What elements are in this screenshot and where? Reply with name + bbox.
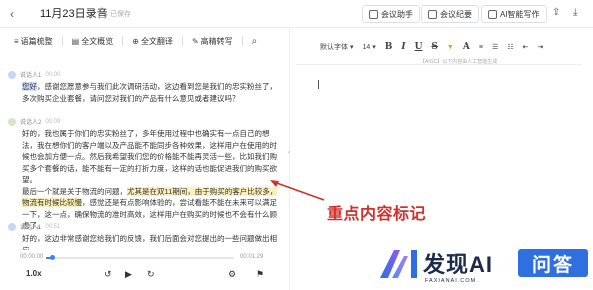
forward-icon[interactable]: ↻ xyxy=(147,268,155,280)
collapse-icon[interactable]: ‹ xyxy=(288,150,290,156)
font-family-value: 默认字体 xyxy=(320,44,348,51)
back-icon[interactable]: ‹ xyxy=(10,7,14,21)
watermark-logo: 发现AI FAXIANAI.COM 问答 xyxy=(378,246,593,290)
avatar xyxy=(8,70,16,79)
speaker-row: 说话人1 00:00 xyxy=(8,70,60,79)
panel-divider[interactable] xyxy=(289,28,290,290)
save-status: 已保存 xyxy=(98,10,131,19)
segment-text-body: 好的，这边非常感谢您给我们的反馈，我们后面会对您提出的一些问题做出相应 xyxy=(22,234,277,250)
segment-text-body: 好的，我也属于你们的忠实粉丝了，多年使用过程中也确实有一点自己的想法，我在想你们… xyxy=(22,129,277,196)
settings-icon[interactable]: ⚙ xyxy=(228,268,236,280)
segment-time[interactable]: 00:00 xyxy=(45,72,60,78)
transcript-panel: 说话人1 00:00 您好，感谢您愿意参与我们此次调研活动，这边看到您是我们的忠… xyxy=(0,56,287,250)
playback-speed[interactable]: 1.0x xyxy=(26,268,42,280)
meeting-minutes-button[interactable]: 会议纪要 xyxy=(421,5,479,23)
avatar xyxy=(8,117,16,126)
numbered-list-icon[interactable]: ☷ xyxy=(507,43,513,51)
total-time: 00:01:29 xyxy=(240,254,264,260)
segment-time[interactable]: 00:09 xyxy=(45,119,60,125)
segment-text-body: ，感谢您愿意参与我们此次调研活动，这边看到您是我们的忠实粉丝了，多次购买企业套餐… xyxy=(22,82,277,103)
strikethrough-icon[interactable]: S xyxy=(431,42,438,52)
divider xyxy=(61,36,63,46)
align-icon[interactable]: ≡ xyxy=(479,44,483,51)
speaker-name[interactable]: 说话人2 xyxy=(20,117,41,126)
pen-icon: ✎ xyxy=(191,36,199,46)
logo-badge: 问答 xyxy=(518,249,588,277)
play-icon[interactable]: ▶ xyxy=(125,268,132,280)
segment-time[interactable]: 00:51 xyxy=(45,224,60,230)
highlight-color-icon[interactable]: ▼ xyxy=(447,44,454,51)
font-size-select[interactable]: 14 ▾ xyxy=(362,43,375,51)
rewind-icon[interactable]: ↺ xyxy=(104,268,112,280)
meeting-minutes-label: 会议纪要 xyxy=(440,9,472,19)
underline-icon[interactable]: U xyxy=(415,42,423,52)
search-icon[interactable]: ⌕ xyxy=(252,36,258,47)
toolbar-item-label: 全文概览 xyxy=(81,36,114,46)
share-icon[interactable]: ⇪ xyxy=(552,6,560,20)
text-caret xyxy=(318,80,319,89)
divider xyxy=(241,36,243,46)
flag-icon[interactable]: ⚑ xyxy=(256,268,264,280)
toolbar-item-label: 全文翻译 xyxy=(140,36,173,46)
cloud-icon xyxy=(98,11,107,18)
logo-domain: FAXIANAI.COM xyxy=(425,278,477,284)
highlight-current: 您好 xyxy=(22,82,37,91)
editor-toolbar-divider xyxy=(296,64,582,65)
overview-icon: ▤ xyxy=(71,36,80,46)
segment-text[interactable]: 您好，感谢您愿意参与我们此次调研活动，这边看到您是我们的忠实粉丝了，多次购买企业… xyxy=(22,81,278,104)
font-color-icon[interactable]: A xyxy=(463,42,470,52)
save-status-text: 已保存 xyxy=(110,11,131,18)
audio-player: 00:00:00 00:01:29 1.0x ↺ ▶ ↻ ⚙ ⚑ xyxy=(0,250,287,290)
speaker-name[interactable]: 说话人1 xyxy=(20,222,41,231)
meeting-assistant-label: 会议助手 xyxy=(381,9,413,19)
toolbar-item-overview[interactable]: ▤ 全文概览 xyxy=(72,36,114,47)
assistant-icon xyxy=(369,9,378,19)
minutes-icon xyxy=(428,9,437,19)
ai-writing-label: AI智能写作 xyxy=(500,9,540,19)
toolbar-item-discourse[interactable]: ≡ 语篇梳整 xyxy=(14,36,53,47)
editor-toolbar: 默认字体 ▾ 14 ▾ B I U S ▼ A ≡ ☰ ☷ ⇤ ⇥ xyxy=(296,36,588,58)
transcript-toolbar: ≡ 语篇梳整 ▤ 全文概览 ⊕ 全文翻译 ✎ 高精转写 ⌕ xyxy=(0,28,287,54)
outdent-icon[interactable]: ⇤ xyxy=(523,43,529,51)
segment-text[interactable]: 好的，我也属于你们的忠实粉丝了，多年使用过程中也确实有一点自己的想法，我在想你们… xyxy=(22,128,278,232)
logo-mark-icon xyxy=(380,250,417,278)
current-time: 00:00:00 xyxy=(20,254,44,260)
meeting-assistant-button[interactable]: 会议助手 xyxy=(362,5,420,23)
toolbar-item-label: 高精转写 xyxy=(200,36,233,46)
font-family-select[interactable]: 默认字体 ▾ xyxy=(320,42,353,52)
list-icon: ≡ xyxy=(14,36,19,46)
speaker-row: 说话人2 00:09 xyxy=(8,117,60,126)
divider xyxy=(122,36,124,46)
indent-icon[interactable]: ⇥ xyxy=(537,43,543,51)
speaker-name[interactable]: 说话人1 xyxy=(20,70,41,79)
toolbar-item-translate[interactable]: ⊕ 全文翻译 xyxy=(132,36,173,47)
top-bar: ‹ 11月23日录音 已保存 会议助手 会议纪要 AI智能写作 ⇪ ⤓ xyxy=(0,0,593,28)
globe-icon: ⊕ xyxy=(132,36,139,46)
font-size-value: 14 xyxy=(362,44,371,51)
ai-writing-icon xyxy=(488,9,497,19)
annotation-arrow xyxy=(270,180,325,201)
divider xyxy=(181,36,183,46)
download-icon[interactable]: ⤓ xyxy=(573,6,577,20)
bullet-list-icon[interactable]: ☰ xyxy=(492,43,498,51)
avatar xyxy=(8,222,16,231)
speaker-row: 说话人1 00:51 xyxy=(8,222,60,231)
italic-icon[interactable]: I xyxy=(401,42,405,52)
editor-area[interactable] xyxy=(296,66,582,256)
progress-bar[interactable] xyxy=(46,255,234,260)
segment-text[interactable]: 好的，这边非常感谢您给我们的反馈，我们后面会对您提出的一些问题做出相应 xyxy=(22,233,278,250)
logo-brand: 发现AI xyxy=(423,252,494,277)
toolbar-item-label: 语篇梳整 xyxy=(20,36,53,46)
toolbar-item-hq-transcribe[interactable]: ✎ 高精转写 xyxy=(192,36,233,47)
annotation-label: 重点内容标记 xyxy=(327,206,427,223)
progress-handle[interactable] xyxy=(49,255,55,260)
ai-writing-button[interactable]: AI智能写作 xyxy=(481,5,547,23)
bold-icon[interactable]: B xyxy=(385,42,393,52)
